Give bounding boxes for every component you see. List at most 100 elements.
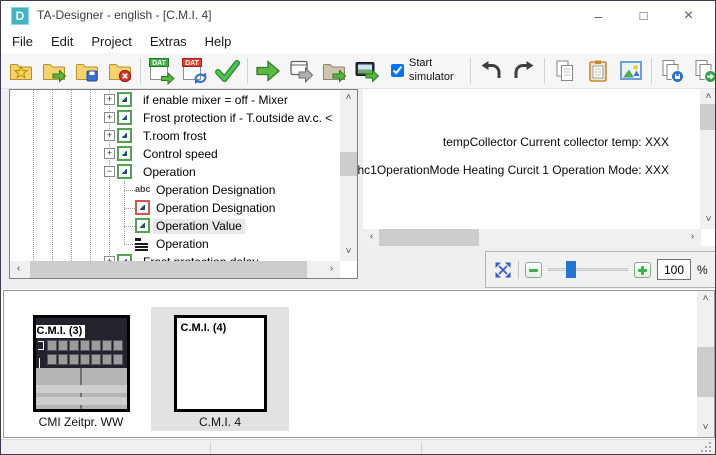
export-run-button[interactable] [255,58,281,84]
scroll-right-icon[interactable]: › [323,261,340,278]
close-project-button[interactable] [107,58,133,84]
start-simulator-label: Start simulator [409,57,463,83]
scroll-thumb[interactable] [340,152,357,176]
maximize-button[interactable]: □ [621,1,666,31]
scroll-down-icon[interactable]: ˅ [700,212,716,229]
page-item-cmi-zeitpr-ww[interactable]: C.M.I. (3) CMI Zeitpr. WW [22,307,140,431]
expand-plus-icon[interactable]: + [104,148,115,159]
tree-horizontal-scrollbar[interactable]: ‹ › [10,261,340,278]
scroll-thumb[interactable] [697,347,714,397]
expand-minus-icon[interactable]: − [104,166,115,177]
save-pages-button[interactable] [659,58,685,84]
scroll-down-icon[interactable]: ˅ [697,420,714,437]
slider-track [548,268,628,271]
preview-vertical-scrollbar[interactable]: ˄ ˅ [700,89,716,229]
menu-help[interactable]: Help [196,31,241,53]
preview-object-operation-mode[interactable]: hc1OperationMode Heating Curcit 1 Operat… [357,163,669,177]
scroll-thumb[interactable] [700,104,716,130]
start-simulator-checkbox[interactable] [391,64,404,77]
export-cmi-button[interactable] [354,58,380,84]
status-bar [1,439,715,455]
scroll-up-icon[interactable]: ˄ [340,90,357,107]
fit-to-window-icon[interactable] [494,261,512,279]
zoom-out-button[interactable] [525,262,542,278]
tree-row[interactable]: + Control speed [10,145,340,163]
page-item-cmi-4-selected[interactable]: C.M.I. (4) C.M.I. 4 [151,307,289,431]
tree-item-label: Operation [140,165,199,180]
zoom-value-input[interactable] [657,259,691,280]
expand-plus-icon[interactable]: + [104,112,115,123]
pages-vertical-scrollbar[interactable]: ˄ ˅ [697,291,714,437]
apply-check-button[interactable] [214,58,240,84]
expand-plus-icon[interactable]: + [104,130,115,141]
tree-row[interactable]: abc Operation Designation [10,181,340,199]
tree-row[interactable]: Operation Designation [10,199,340,217]
resize-grip-icon[interactable] [709,450,711,452]
tree-item-label: Frost protection if - T.outside av.c. < [140,111,335,126]
export-pages-button[interactable] [692,58,716,84]
export-folder-button[interactable] [321,58,347,84]
green-arrow-icon [257,61,279,80]
menu-file[interactable]: File [3,31,42,53]
open-dat-button[interactable]: DAT [148,58,174,84]
scroll-left-icon[interactable]: ‹ [363,229,380,246]
toolbar-separator [140,58,141,84]
status-divider [421,442,422,454]
tree-item-label: Operation [153,237,212,252]
save-project-button[interactable] [74,58,100,84]
app-icon: D [11,7,29,25]
scroll-right-icon[interactable]: › [684,229,701,246]
slider-thumb[interactable] [566,261,576,278]
scroll-up-icon[interactable]: ˄ [697,291,714,308]
tree-row[interactable]: + Frost protection delay [10,253,340,261]
tree-image-green-icon [117,254,132,261]
tree-item-label: T.room frost [140,129,209,144]
scroll-down-icon[interactable]: ˅ [340,244,357,261]
tree-image-green-icon [117,146,132,161]
expand-plus-icon[interactable]: + [104,94,115,105]
insert-image-button[interactable] [618,58,644,84]
open-project-button[interactable] [41,58,67,84]
minus-icon [529,269,538,272]
scroll-thumb[interactable] [30,261,307,278]
page-thumbnail[interactable]: C.M.I. (3) [33,315,130,412]
new-project-button[interactable] [8,58,34,84]
tree-row[interactable]: Operation [10,235,340,253]
tree-image-red-icon [135,200,150,215]
dat-label: DAT [149,58,169,67]
close-button[interactable]: × [666,1,711,31]
menu-extras[interactable]: Extras [141,31,196,53]
menu-edit[interactable]: Edit [42,31,82,53]
menu-project[interactable]: Project [82,31,140,53]
tree-content: + if enable mixer = off - Mixer + Frost … [10,90,340,261]
zoom-slider[interactable] [548,261,628,278]
pages-icon [562,65,573,80]
undo-button[interactable] [478,58,504,84]
page-caption: CMI Zeitpr. WW [22,415,140,429]
scroll-thumb[interactable] [379,229,479,246]
title-bar: D TA-Designer - english - [C.M.I. 4] – □… [1,1,715,31]
redo-button[interactable] [511,58,537,84]
preview-object-temp-collector[interactable]: tempCollector Current collector temp: XX… [443,135,669,149]
copy-button[interactable] [552,58,578,84]
tree-vertical-scrollbar[interactable]: ˄ ˅ [340,90,357,261]
refresh-icon [193,71,208,85]
reload-dat-button[interactable]: DAT [181,58,207,84]
tree-list-lines-icon [135,238,148,250]
minimize-button[interactable]: – [576,1,621,31]
tree-image-green-icon [117,92,132,107]
app-window: D TA-Designer - english - [C.M.I. 4] – □… [0,0,716,455]
tree-row[interactable]: + T.room frost [10,127,340,145]
paste-button[interactable] [585,58,611,84]
tree-row[interactable]: + Frost protection if - T.outside av.c. … [10,109,340,127]
bracket-glyph [38,341,44,350]
export-page-button[interactable] [288,58,314,84]
tree-row-selected[interactable]: Operation Value [10,217,340,235]
tree-row[interactable]: − Operation [10,163,340,181]
zoom-in-button[interactable] [634,262,651,278]
scroll-left-icon[interactable]: ‹ [10,261,27,278]
preview-horizontal-scrollbar[interactable]: ‹ › [363,229,701,246]
page-thumbnail[interactable]: C.M.I. (4) [174,315,267,412]
tree-row[interactable]: + if enable mixer = off - Mixer [10,91,340,109]
zoom-controls: % [485,251,716,288]
